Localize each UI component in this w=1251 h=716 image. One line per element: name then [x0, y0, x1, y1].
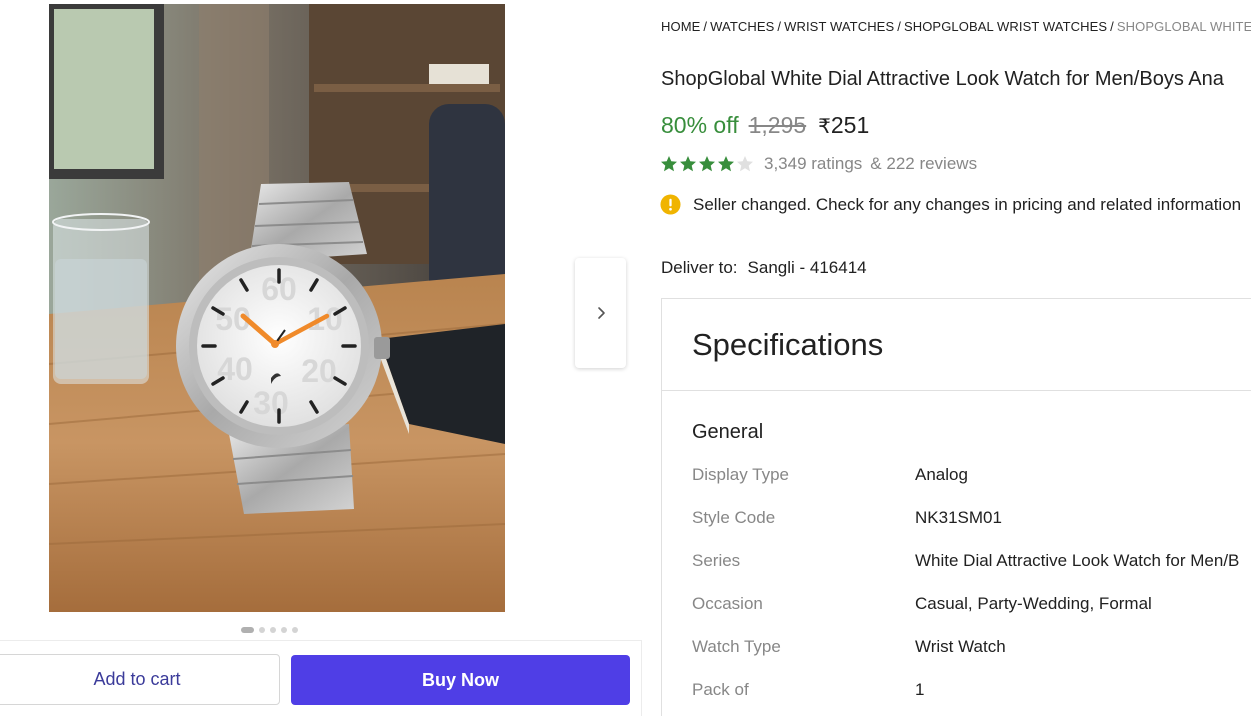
- spec-value: White Dial Attractive Look Watch for Men…: [915, 551, 1240, 570]
- spec-key: Occasion: [692, 594, 763, 613]
- spec-value: Analog: [915, 465, 968, 484]
- spec-key: Display Type: [692, 465, 790, 484]
- specifications-panel: Specifications General Display Type Anal…: [661, 298, 1251, 716]
- star-icon: [737, 156, 753, 172]
- pagination-dot[interactable]: [281, 627, 287, 633]
- svg-text:30: 30: [253, 385, 289, 421]
- spec-value: Casual, Party-Wedding, Formal: [915, 594, 1152, 613]
- rating-row: 3,349 ratings & 222 reviews: [660, 154, 977, 174]
- spec-row: Occasion Casual, Party-Wedding, Formal: [692, 594, 1251, 614]
- breadcrumb-wrist-watches[interactable]: WRIST WATCHES: [784, 19, 894, 34]
- price-value: 251: [830, 112, 870, 138]
- spec-row: Pack of 1: [692, 680, 1251, 700]
- deliver-pincode[interactable]: Sangli - 416414: [748, 258, 867, 278]
- spec-row: Watch Type Wrist Watch: [692, 637, 1251, 657]
- spec-value: Wrist Watch: [915, 637, 1006, 656]
- spec-row: Style Code NK31SM01: [692, 508, 1251, 528]
- breadcrumb-separator: /: [703, 19, 708, 34]
- spec-row: Series White Dial Attractive Look Watch …: [692, 551, 1251, 571]
- spec-key: Style Code: [692, 508, 776, 527]
- product-image[interactable]: 60 10 20 30 40 50: [49, 4, 505, 612]
- star-rating: [660, 155, 754, 173]
- next-image-button[interactable]: [575, 258, 626, 368]
- star-icon: [680, 156, 696, 172]
- original-price: 1,295: [748, 112, 807, 138]
- selling-price: ₹251: [818, 112, 869, 139]
- spec-row: Display Type Analog: [692, 465, 1251, 485]
- info-icon: [660, 194, 681, 215]
- svg-text:20: 20: [301, 353, 337, 389]
- breadcrumb-home[interactable]: HOME: [661, 19, 700, 34]
- action-bar: Add to cart Buy Now: [0, 640, 642, 716]
- star-icon: [661, 156, 677, 172]
- specifications-header: Specifications: [662, 299, 1251, 391]
- spec-group-title: General: [692, 421, 764, 443]
- reviews-count[interactable]: & 222 reviews: [870, 154, 977, 174]
- spec-key: Pack of: [692, 680, 749, 699]
- spec-value: 1: [915, 680, 925, 699]
- delivery-location: Deliver to: Sangli - 416414: [661, 258, 867, 278]
- add-to-cart-button[interactable]: Add to cart: [0, 654, 280, 705]
- svg-text:40: 40: [217, 351, 253, 387]
- ratings-count[interactable]: 3,349 ratings: [764, 154, 862, 174]
- notice-text: Seller changed. Check for any changes in…: [693, 194, 1242, 214]
- breadcrumb-watches[interactable]: WATCHES: [710, 19, 774, 34]
- breadcrumb-brand[interactable]: SHOPGLOBAL WRIST WATCHES: [904, 19, 1107, 34]
- star-icon: [718, 156, 734, 172]
- pagination-dot[interactable]: [259, 627, 265, 633]
- spec-key: Watch Type: [692, 637, 781, 656]
- seller-notice: Seller changed. Check for any changes in…: [660, 194, 1251, 215]
- product-title: ShopGlobal White Dial Attractive Look Wa…: [661, 68, 1224, 90]
- price-row: 80% off 1,295 ₹251: [661, 112, 869, 139]
- pagination-dot[interactable]: [292, 627, 298, 633]
- breadcrumb: HOME / WATCHES / WRIST WATCHES / SHOPGLOBAL WR…: [661, 19, 1251, 34]
- breadcrumb-current: SHOPGLOBAL WHITE DIA: [1116, 19, 1251, 34]
- buy-now-button[interactable]: Buy Now: [291, 655, 630, 705]
- pagination-dot[interactable]: [241, 627, 254, 633]
- currency-symbol: ₹: [818, 116, 831, 138]
- specifications-title: Specifications: [692, 326, 884, 362]
- star-icon: [699, 156, 715, 172]
- breadcrumb-separator: /: [897, 19, 901, 34]
- image-pagination-dots: [241, 627, 298, 633]
- breadcrumb-separator: /: [1110, 19, 1114, 34]
- deliver-label: Deliver to:: [661, 258, 738, 277]
- spec-value: NK31SM01: [915, 508, 1002, 527]
- breadcrumb-separator: /: [777, 19, 782, 34]
- pagination-dot[interactable]: [270, 627, 276, 633]
- spec-key: Series: [692, 551, 741, 570]
- discount-percent: 80% off: [661, 112, 739, 138]
- chevron-right-icon: [597, 307, 605, 319]
